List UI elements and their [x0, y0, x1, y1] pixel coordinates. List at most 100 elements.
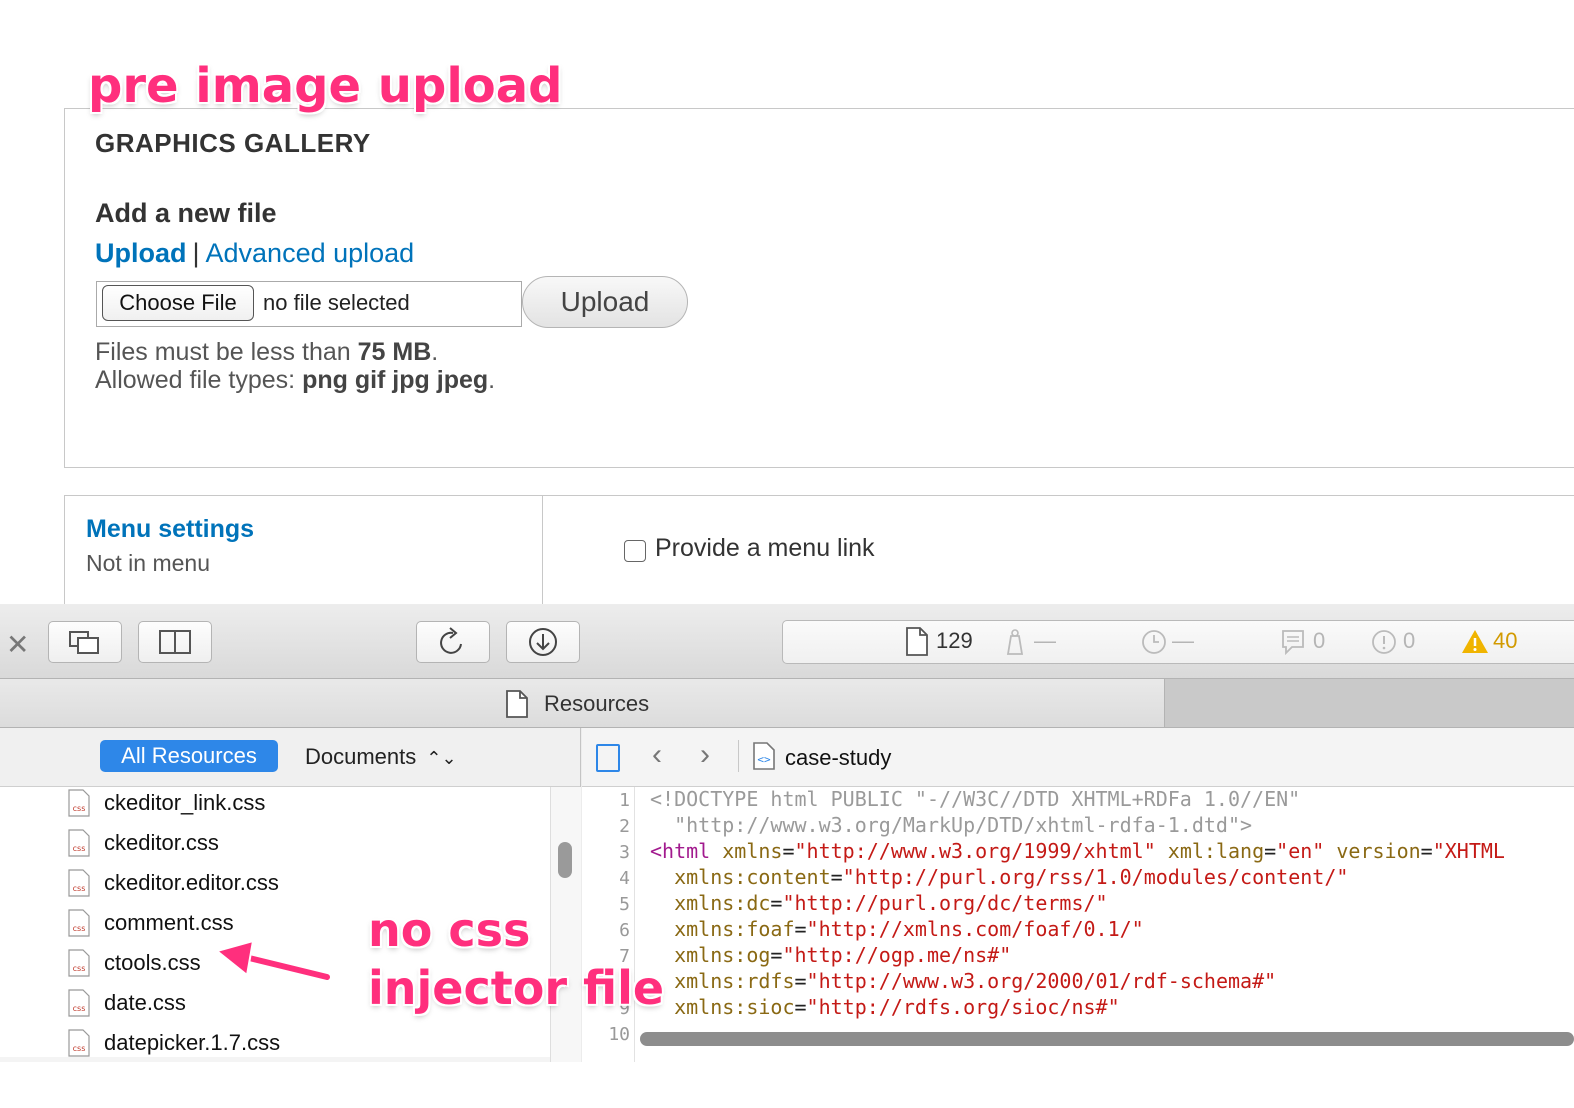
close-icon[interactable]: ✕: [6, 628, 29, 661]
code-attr: xmlns:sioc: [650, 995, 795, 1019]
updown-chevron-icon: ⌃⌄: [426, 748, 457, 768]
line-number: 3: [619, 842, 630, 863]
css-file-icon: css: [68, 1029, 90, 1057]
tab-bar-empty-area: [1164, 679, 1574, 728]
svg-text:<>: <>: [757, 753, 771, 766]
file-name: datepicker.1.7.css: [104, 1030, 281, 1055]
upload-button[interactable]: Upload: [522, 276, 688, 328]
code-string: "http://xmlns.com/foaf/0.1/": [806, 917, 1144, 941]
line-number: 5: [619, 894, 630, 915]
sidebar-scroll-thumb[interactable]: [558, 842, 572, 878]
annotation-arrow-icon: [214, 939, 332, 982]
code-string: "http://www.w3.org/1999/xhtml": [794, 839, 1156, 863]
sidebar-scrollbar[interactable]: [550, 787, 581, 1062]
line-number: 10: [608, 1024, 630, 1045]
code-attr: version: [1324, 839, 1421, 863]
breadcrumb[interactable]: case-study: [785, 745, 891, 771]
code-string: "en": [1276, 839, 1325, 863]
toggle-sidebar-icon[interactable]: [596, 744, 620, 772]
upload-mode-links: Upload | Advanced upload: [95, 238, 414, 269]
css-file-icon: css: [68, 949, 90, 977]
log-count: 0: [1313, 628, 1326, 653]
resource-filter-bar: [0, 728, 580, 787]
code-attr: xmlns:og: [650, 943, 771, 967]
menu-settings-title[interactable]: Menu settings: [86, 515, 254, 544]
resource-count-icon: [906, 627, 928, 656]
code-string: "XHTML: [1432, 839, 1505, 863]
file-types-help-prefix: Allowed file types:: [95, 366, 296, 394]
css-file-icon: css: [68, 989, 90, 1017]
upload-link[interactable]: Upload: [95, 238, 187, 268]
log-icon: [1282, 630, 1304, 656]
svg-text:css: css: [73, 804, 86, 813]
code-attr: xmlns:foaf: [650, 917, 795, 941]
file-input-status: no file selected: [263, 290, 410, 315]
code-attr: xmlns:rdfs: [650, 969, 795, 993]
code-line: xmlns:sioc="http://rdfs.org/sioc/ns#": [650, 995, 1120, 1019]
reload-icon: [440, 627, 462, 654]
svg-text:css: css: [73, 884, 86, 893]
file-size-help: Files must be less than 75 MB.: [95, 338, 439, 366]
css-file-icon: css: [68, 789, 90, 817]
file-name: ckeditor_link.css: [104, 790, 266, 815]
warning-count[interactable]: 40: [1493, 628, 1517, 654]
documents-filter-label: Documents: [305, 744, 417, 769]
line-number: 6: [619, 920, 630, 941]
file-name: comment.css: [104, 910, 234, 935]
file-name: ckeditor.editor.css: [104, 870, 279, 895]
content-navigation-bar: [582, 728, 1574, 787]
svg-text:css: css: [73, 964, 86, 973]
file-name: ckeditor.css: [104, 830, 219, 855]
forward-chevron-icon[interactable]: ›: [700, 738, 710, 772]
window-bottom-margin: [0, 1062, 1574, 1108]
code-line: xmlns:foaf="http://xmlns.com/foaf/0.1/": [650, 917, 1144, 941]
resource-count: 129: [936, 628, 973, 653]
menu-settings-summary: Not in menu: [86, 550, 211, 576]
clock-icon: [1142, 630, 1166, 654]
download-button[interactable]: [506, 621, 580, 663]
svg-text:css: css: [73, 844, 86, 853]
code-line: xmlns:content="http://purl.org/rss/1.0/m…: [650, 865, 1349, 889]
html-document-icon: <>: [753, 742, 775, 770]
annotation-injector-file: injector file: [368, 961, 665, 1015]
css-file-icon: css: [68, 869, 90, 897]
code-string: "http://rdfs.org/sioc/ns#": [806, 995, 1120, 1019]
line-number: 1: [619, 790, 630, 811]
code-string: "http://purl.org/dc/terms/": [782, 891, 1108, 915]
code-line: "http://www.w3.org/MarkUp/DTD/xhtml-rdfa…: [650, 813, 1253, 837]
code-attr: xmlns:dc: [650, 891, 771, 915]
code-attr: xmlns: [710, 839, 783, 863]
warning-icon: [1462, 630, 1488, 653]
code-string: "http://www.w3.org/2000/01/rdf-schema#": [806, 969, 1277, 993]
code-string: "http://ogp.me/ns#": [782, 943, 1012, 967]
add-file-heading: Add a new file: [95, 198, 277, 228]
code-line: xmlns:rdfs="http://www.w3.org/2000/01/rd…: [650, 969, 1277, 993]
nav-divider: [738, 740, 739, 772]
back-chevron-icon[interactable]: ‹: [652, 738, 662, 772]
provide-menu-link-label[interactable]: Provide a menu link: [655, 534, 875, 563]
load-time: —: [1172, 628, 1194, 653]
code-tag: <html: [650, 839, 711, 863]
provide-menu-link-checkbox[interactable]: [624, 540, 646, 562]
code-attr: xml:lang: [1155, 839, 1265, 863]
file-name: date.css: [104, 990, 186, 1015]
line-number: 2: [619, 816, 630, 837]
dock-side-button[interactable]: [138, 621, 212, 663]
split-view-icon: [159, 630, 191, 654]
tab-resources[interactable]: Resources: [544, 691, 649, 717]
all-resources-filter[interactable]: All Resources: [100, 740, 278, 772]
undock-button[interactable]: [48, 621, 122, 663]
file-name: ctools.css: [104, 950, 201, 975]
reload-button[interactable]: [416, 621, 490, 663]
file-size-help-prefix: Files must be less than: [95, 338, 351, 366]
code-attr: xmlns:content: [650, 865, 831, 889]
error-icon: [1372, 630, 1396, 654]
advanced-upload-link[interactable]: Advanced upload: [206, 238, 415, 268]
choose-file-button[interactable]: Choose File: [102, 285, 254, 321]
code-string: "http://purl.org/rss/1.0/modules/content…: [842, 865, 1349, 889]
code-line: xmlns:og="http://ogp.me/ns#": [650, 943, 1012, 967]
documents-filter-select[interactable]: Documents ⌃⌄: [305, 744, 457, 770]
code-horizontal-scrollbar[interactable]: [640, 1032, 1574, 1046]
code-line: <!DOCTYPE html PUBLIC "-//W3C//DTD XHTML…: [650, 787, 1301, 811]
code-line: xmlns:dc="http://purl.org/dc/terms/": [650, 891, 1108, 915]
